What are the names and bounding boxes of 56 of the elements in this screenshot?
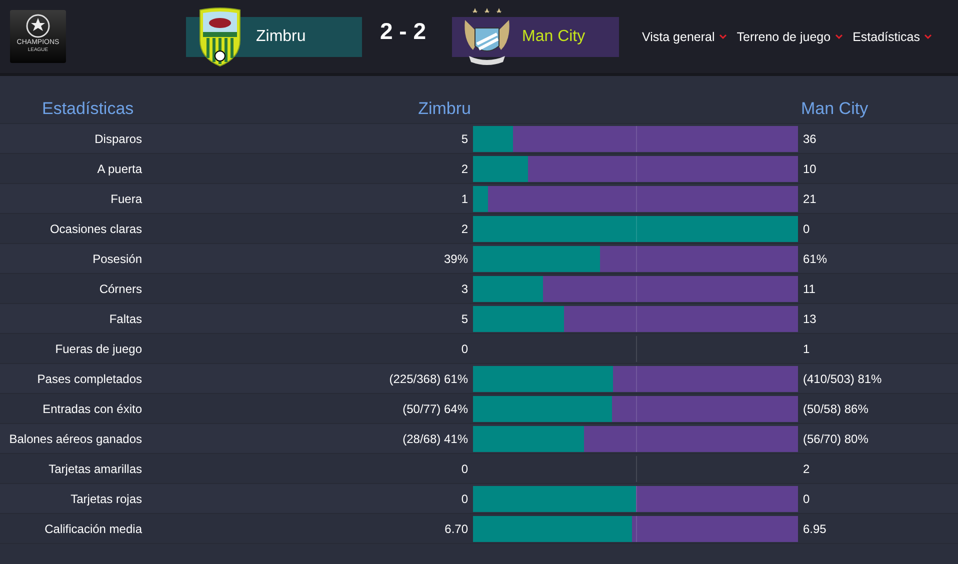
stat-value: 2: [460, 220, 468, 238]
stat-label: Fuera: [110, 190, 142, 208]
stat-value: 5: [460, 130, 468, 148]
ball-icon: [25, 13, 51, 39]
stat-value: (28/68) 41%: [402, 430, 468, 448]
stat-label: Disparos: [94, 130, 142, 148]
stat-value: (410/503) 81%: [803, 370, 883, 388]
stat-value: 2: [803, 460, 811, 478]
stat-value: 0: [460, 340, 468, 358]
stat-value: 39%: [442, 250, 468, 268]
column-heading: Man City: [801, 98, 870, 120]
stat-label: Posesión: [92, 250, 142, 268]
stat-value: 2: [460, 160, 468, 178]
stat-label: Balones aéreos ganados: [8, 430, 142, 448]
nav-dropdown[interactable]: Vista general: [642, 28, 727, 47]
stat-value: 61%: [803, 250, 828, 268]
stat-label: A puerta: [96, 160, 142, 178]
stat-label: Tarjetas amarillas: [48, 460, 142, 478]
stat-value: (50/77) 64%: [402, 400, 468, 418]
stat-value: (50/58) 86%: [803, 400, 870, 418]
column-heading: Zimbru: [417, 98, 471, 120]
stat-value: 1: [460, 190, 468, 208]
stat-value: 5: [460, 310, 468, 328]
stat-value: 21: [803, 190, 818, 208]
stat-label: Pases completados: [36, 370, 142, 388]
stat-value: 0: [460, 490, 468, 508]
stat-label: Entradas con éxito: [42, 400, 142, 418]
stat-label: Calificación media: [44, 520, 142, 538]
caret-icon: [924, 34, 932, 40]
stat-value: 13: [803, 310, 818, 328]
stat-value: 0: [460, 460, 468, 478]
team-name: Zimbru: [256, 27, 306, 47]
stat-value: 6.95: [803, 520, 828, 538]
stat-value: 6.70: [444, 520, 468, 538]
nav-dropdown[interactable]: Terreno de juego: [736, 28, 843, 47]
stat-value: 1: [803, 340, 811, 358]
stat-value: 11: [803, 280, 816, 298]
stat-value: (225/368) 61%: [388, 370, 468, 388]
team-name: Man City: [522, 27, 586, 47]
stat-value: 3: [460, 280, 468, 298]
stat-value: 10: [803, 160, 818, 178]
stat-value: 0: [803, 490, 811, 508]
section-heading: Estadísticas: [41, 98, 135, 120]
caret-icon: [718, 34, 727, 40]
stat-label: Córners: [98, 280, 142, 298]
stat-value: 0: [803, 220, 811, 238]
stat-value: (56/70) 80%: [803, 430, 870, 448]
nav-dropdown[interactable]: Estadísticas: [852, 28, 932, 47]
stat-value: 36: [803, 130, 818, 148]
stat-label: Faltas: [108, 310, 142, 328]
stat-label: Ocasiones claras: [48, 220, 142, 238]
stat-label: Fueras de juego: [54, 340, 142, 358]
score: 2 - 2: [380, 17, 426, 46]
crest-icon: [198, 6, 242, 68]
caret-icon: [834, 34, 843, 40]
stat-label: Tarjetas rojas: [70, 490, 142, 508]
